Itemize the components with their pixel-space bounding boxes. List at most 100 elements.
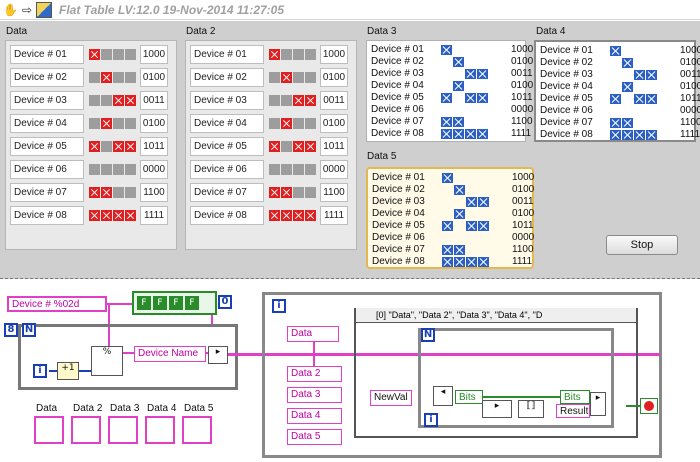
bit-on-icon[interactable] <box>634 130 645 140</box>
array-index-node[interactable]: ⟦⟧ <box>518 400 544 418</box>
bit-on-icon[interactable] <box>305 210 316 221</box>
bit-off-icon[interactable] <box>125 187 136 198</box>
bool-constant-4[interactable]: F <box>185 296 199 310</box>
indicator-data-5[interactable] <box>182 416 212 444</box>
bit-on-icon[interactable] <box>442 257 453 267</box>
bit-on-icon[interactable] <box>113 210 124 221</box>
bit-on-icon[interactable] <box>646 94 657 104</box>
bit-off-icon[interactable] <box>441 69 452 79</box>
bit-off-icon[interactable] <box>622 70 633 80</box>
table-row[interactable]: Device # 07 1100 <box>540 117 700 129</box>
bit-off-icon[interactable] <box>465 105 476 115</box>
bit-on-icon[interactable] <box>293 141 304 152</box>
bit-off-icon[interactable] <box>465 57 476 67</box>
array-index-constant[interactable]: 0 <box>218 295 232 309</box>
bit-off-icon[interactable] <box>125 164 136 175</box>
bit-on-icon[interactable] <box>454 245 465 255</box>
bit-off-icon[interactable] <box>269 72 280 83</box>
bit-off-icon[interactable] <box>269 164 280 175</box>
bit-off-icon[interactable] <box>646 106 657 116</box>
bit-off-icon[interactable] <box>89 72 100 83</box>
bit-on-icon[interactable] <box>622 58 633 68</box>
hand-tool-icon[interactable]: ✋ <box>3 2 18 18</box>
bit-off-icon[interactable] <box>293 49 304 60</box>
format-into-string-node[interactable]: % <box>91 346 123 376</box>
ref-data-3[interactable]: Data 3 <box>287 387 342 403</box>
bit-off-icon[interactable] <box>610 58 621 68</box>
bit-off-icon[interactable] <box>477 81 488 91</box>
bit-on-icon[interactable] <box>269 187 280 198</box>
bit-on-icon[interactable] <box>441 129 452 139</box>
bit-on-icon[interactable] <box>454 209 465 219</box>
bit-off-icon[interactable] <box>293 187 304 198</box>
bit-on-icon[interactable] <box>101 72 112 83</box>
bit-off-icon[interactable] <box>610 82 621 92</box>
table-row[interactable]: Device # 05 1011 <box>372 220 534 232</box>
format-string-constant[interactable]: Device # %02d <box>7 296 107 312</box>
bit-off-icon[interactable] <box>646 118 657 128</box>
bit-off-icon[interactable] <box>89 118 100 129</box>
bit-off-icon[interactable] <box>101 141 112 152</box>
bit-off-icon[interactable] <box>453 45 464 55</box>
bit-value-field[interactable]: 1000 <box>320 45 348 64</box>
bit-off-icon[interactable] <box>477 57 488 67</box>
bit-off-icon[interactable] <box>101 164 112 175</box>
bool-constant-1[interactable]: F <box>137 296 151 310</box>
bit-on-icon[interactable] <box>610 46 621 56</box>
bit-off-icon[interactable] <box>454 233 465 243</box>
boolean-array-constant[interactable]: F F F F <box>132 291 217 315</box>
device-name-field[interactable]: Device # 03 <box>190 91 264 110</box>
bit-on-icon[interactable] <box>454 257 465 267</box>
bit-on-icon[interactable] <box>269 210 280 221</box>
bit-value-field[interactable]: 0000 <box>320 160 348 179</box>
bool-constant-2[interactable]: F <box>153 296 167 310</box>
bit-off-icon[interactable] <box>478 209 489 219</box>
newval-property[interactable]: NewVal <box>370 390 412 406</box>
bit-off-icon[interactable] <box>89 95 100 106</box>
bit-off-icon[interactable] <box>478 185 489 195</box>
bit-on-icon[interactable] <box>281 72 292 83</box>
bit-value-field[interactable]: 0100 <box>320 114 348 133</box>
bit-on-icon[interactable] <box>269 49 280 60</box>
bit-off-icon[interactable] <box>305 49 316 60</box>
bit-off-icon[interactable] <box>634 106 645 116</box>
table-row[interactable]: Device # 08 1111 <box>371 128 531 140</box>
bit-value-field[interactable]: 0100 <box>320 68 348 87</box>
bit-off-icon[interactable] <box>646 58 657 68</box>
bit-off-icon[interactable] <box>634 58 645 68</box>
table-row[interactable]: Device # 07 1100 <box>371 116 533 128</box>
bit-off-icon[interactable] <box>634 46 645 56</box>
bit-on-icon[interactable] <box>453 117 464 127</box>
device-name-field[interactable]: Device # 03 <box>10 91 84 110</box>
table-row[interactable]: Device # 08 1111 <box>540 129 700 141</box>
table-row[interactable]: Device # 01 1000 <box>372 172 534 184</box>
bit-on-icon[interactable] <box>89 210 100 221</box>
bit-on-icon[interactable] <box>125 210 136 221</box>
bit-off-icon[interactable] <box>477 45 488 55</box>
cluster-data[interactable]: Device # 01 1000 Device # 02 0100 Device # 0… <box>5 40 177 250</box>
bit-off-icon[interactable] <box>466 245 477 255</box>
bit-off-icon[interactable] <box>622 94 633 104</box>
table-row[interactable]: Device # 04 0100 <box>540 81 700 93</box>
device-name-field[interactable]: Device # 06 <box>190 160 264 179</box>
bit-on-icon[interactable] <box>89 49 100 60</box>
bit-value-field[interactable]: 1000 <box>140 45 168 64</box>
bit-off-icon[interactable] <box>293 72 304 83</box>
bit-off-icon[interactable] <box>281 95 292 106</box>
bit-on-icon[interactable] <box>453 57 464 67</box>
table-row[interactable]: Device # 04 0100 <box>372 208 534 220</box>
bit-off-icon[interactable] <box>125 72 136 83</box>
table-row[interactable]: Device # 02 0100 <box>540 57 700 69</box>
cluster-data-2[interactable]: Device # 01 1000 Device # 02 0100 Device # 0… <box>185 40 357 250</box>
bit-off-icon[interactable] <box>453 105 464 115</box>
bit-off-icon[interactable] <box>454 221 465 231</box>
bit-off-icon[interactable] <box>281 49 292 60</box>
bit-on-icon[interactable] <box>101 118 112 129</box>
table-data-3[interactable]: Device # 01 1000 Device # 02 0100 Device # 0… <box>366 40 533 142</box>
table-row[interactable]: Device # 07 1100 <box>372 244 534 256</box>
bit-off-icon[interactable] <box>101 95 112 106</box>
bit-on-icon[interactable] <box>610 130 621 140</box>
bit-off-icon[interactable] <box>281 141 292 152</box>
bit-off-icon[interactable] <box>477 105 488 115</box>
bit-value-field[interactable]: 1111 <box>140 206 168 225</box>
